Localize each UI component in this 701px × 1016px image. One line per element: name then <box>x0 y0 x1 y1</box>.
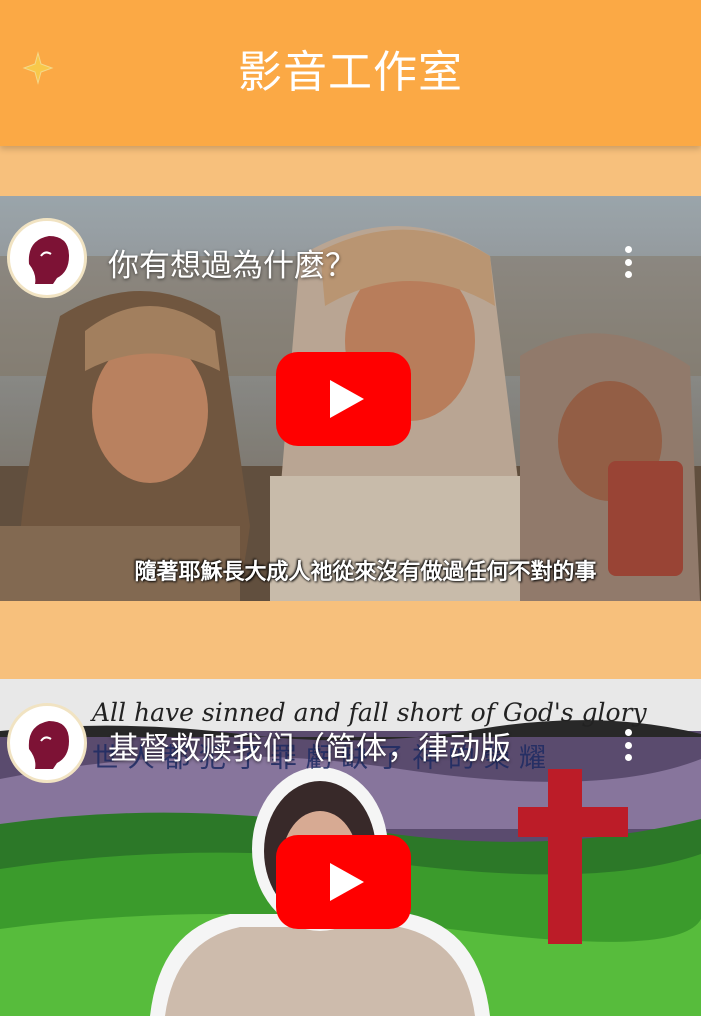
channel-avatar[interactable] <box>7 703 87 783</box>
channel-avatar-icon <box>17 713 77 773</box>
channel-avatar[interactable] <box>7 218 87 298</box>
youtube-play-icon <box>329 863 364 901</box>
app-header: 影音工作室 <box>0 0 701 146</box>
more-vertical-icon[interactable] <box>614 242 642 282</box>
page-title: 影音工作室 <box>238 47 463 98</box>
video-title[interactable]: 你有想過為什麼？ <box>108 240 356 285</box>
video-card[interactable]: All have sinned and fall short of God's … <box>0 679 701 1016</box>
youtube-play-icon <box>329 380 364 418</box>
play-button[interactable] <box>276 352 411 446</box>
video-title[interactable]: 基督救赎我们（简体，律动版 <box>108 723 511 768</box>
video-caption: 隨著耶穌長大成人祂從來沒有做過任何不對的事 <box>134 560 597 585</box>
more-vertical-icon[interactable] <box>614 725 642 765</box>
channel-avatar-icon <box>17 228 77 288</box>
play-button[interactable] <box>276 835 411 929</box>
video-card[interactable]: 你有想過為什麼？ 隨著耶穌長大成人祂從來沒有做過任何不對的事 <box>0 196 701 601</box>
